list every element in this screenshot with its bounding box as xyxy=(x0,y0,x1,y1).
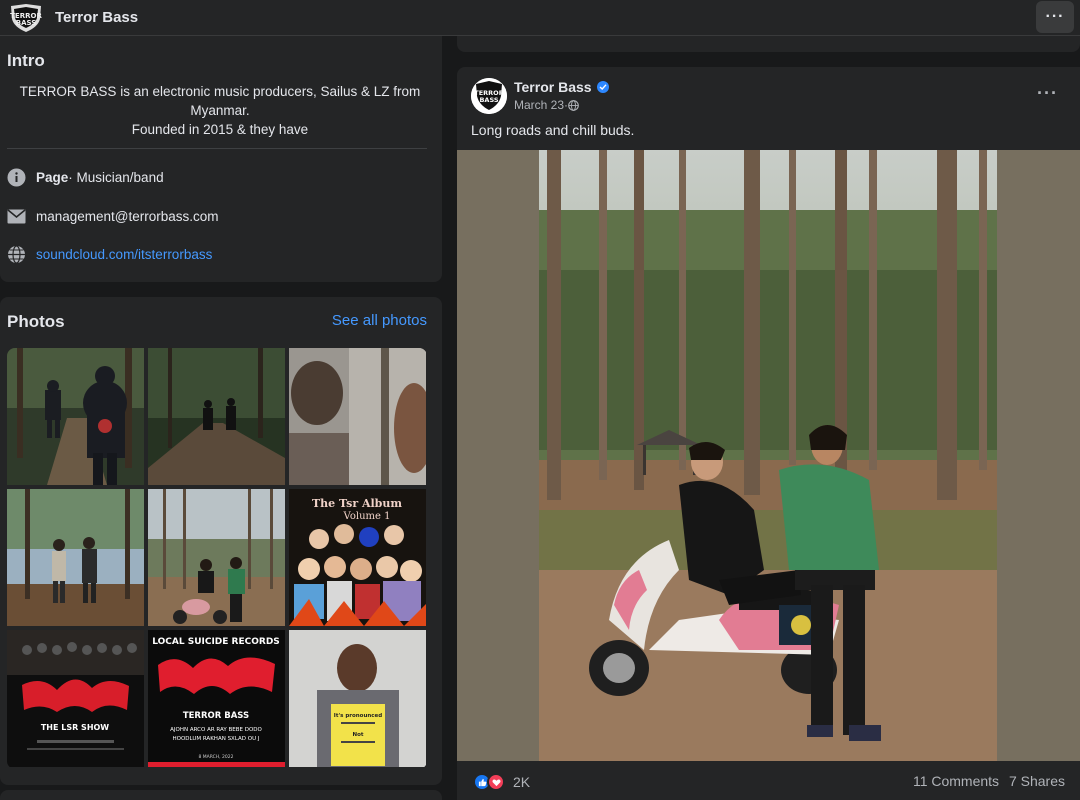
email-icon xyxy=(7,207,26,226)
page-title[interactable]: Terror Bass xyxy=(55,9,138,26)
post-author-name[interactable]: Terror Bass xyxy=(514,79,609,95)
photo-lsr-show[interactable]: THE LSR SHOW xyxy=(7,630,144,767)
post-caption: Long roads and chill buds. xyxy=(471,122,635,138)
reaction-count[interactable]: 2K xyxy=(513,774,530,790)
photo-forest-boardwalk[interactable] xyxy=(148,348,285,485)
post-photo[interactable] xyxy=(539,150,997,761)
post-author-label[interactable]: Terror Bass xyxy=(514,79,592,95)
post-author-avatar[interactable]: TERROR BASS xyxy=(471,78,507,114)
reaction-summary[interactable]: 2K xyxy=(473,773,530,791)
post-date[interactable]: March 23 xyxy=(514,98,564,112)
lsr-date-line: 8 MARCH, 2022 xyxy=(199,754,234,760)
bio-line: TERROR BASS is an electronic music produ… xyxy=(19,84,421,99)
photo-local-suicide-records[interactable]: LOCAL SUICIDE RECORDS TERROR BASS AJOHN … xyxy=(148,630,285,767)
globe-icon xyxy=(7,244,26,264)
website-link[interactable]: soundcloud.com/itsterrorbass xyxy=(36,247,212,262)
lsr-artist-line: AJOHN ARCO AR RAY BEBE DODO xyxy=(170,727,262,733)
photos-card: Photos See all photos The Tsr Album Volu… xyxy=(0,297,442,785)
lsr-show-text: THE LSR SHOW xyxy=(41,723,109,732)
photo-duo-scooter[interactable] xyxy=(148,489,285,626)
email-address[interactable]: management@terrorbass.com xyxy=(36,209,219,224)
post-options-button[interactable]: ··· xyxy=(1037,83,1058,104)
divider xyxy=(7,148,427,149)
comments-count[interactable]: 11 Comments xyxy=(913,773,999,789)
lsr-artist-line: HOODLUM RAKHAN SXLAD OU J xyxy=(173,736,260,742)
more-options-button[interactable]: ··· xyxy=(1036,1,1074,33)
sign-text-line: It's pronounced xyxy=(334,713,382,719)
post-photo-area xyxy=(457,150,1080,761)
lsr-artist-line: TERROR BASS xyxy=(183,711,249,721)
public-globe-icon xyxy=(568,99,579,111)
intro-card: Intro TERROR BASS is an electronic music… xyxy=(0,36,442,282)
verified-badge-icon xyxy=(596,81,609,93)
website-row: soundcloud.com/itsterrorbass xyxy=(7,243,212,265)
intro-heading: Intro xyxy=(7,51,45,70)
sign-text-line: Not xyxy=(352,732,363,738)
page-category-row: Page · Musician/band xyxy=(7,166,164,188)
email-row: management@terrorbass.com xyxy=(7,205,219,227)
tsr-album-subtitle: Volume 1 xyxy=(343,511,391,522)
photo-closeup-blur[interactable] xyxy=(289,348,426,485)
photo-grid: The Tsr Album Volume 1 THE LSR SHOW LOCA… xyxy=(7,348,427,769)
terror-bass-logo[interactable]: TERROR BASS xyxy=(8,3,44,33)
page-header: TERROR BASS Terror Bass ··· xyxy=(0,0,1080,36)
page-category: · Musician/band xyxy=(68,169,164,185)
photo-person-sign[interactable]: It's pronounced Not xyxy=(289,630,426,767)
bio-line: Founded in 2015 & they have xyxy=(131,122,309,137)
photo-tsr-album-art[interactable]: The Tsr Album Volume 1 xyxy=(289,489,426,626)
post-meta: March 23 · xyxy=(514,98,579,112)
page-label: Page xyxy=(36,169,69,185)
shares-count[interactable]: 7 Shares xyxy=(1009,773,1065,789)
engagement-stats: 11 Comments 7 Shares xyxy=(913,773,1065,789)
lsr-header-text: LOCAL SUICIDE RECORDS xyxy=(152,637,280,647)
svg-text:BASS: BASS xyxy=(479,96,498,104)
info-icon xyxy=(7,168,26,187)
tsr-album-title: The Tsr Album xyxy=(312,497,402,510)
previous-post-card-edge xyxy=(457,36,1080,52)
intro-bio: TERROR BASS is an electronic music produ… xyxy=(10,82,430,139)
photo-forest-walk-1[interactable] xyxy=(7,348,144,485)
love-reaction-icon xyxy=(487,773,505,791)
photo-duo-standing-forest[interactable] xyxy=(7,489,144,626)
next-card-edge xyxy=(0,790,442,800)
see-all-photos-link[interactable]: See all photos xyxy=(332,312,427,329)
bio-line: Myanmar. xyxy=(190,103,250,118)
photos-heading: Photos xyxy=(7,312,65,331)
post-card: TERROR BASS Terror Bass March 23 · ··· L… xyxy=(457,67,1080,800)
svg-text:BASS: BASS xyxy=(16,19,37,27)
